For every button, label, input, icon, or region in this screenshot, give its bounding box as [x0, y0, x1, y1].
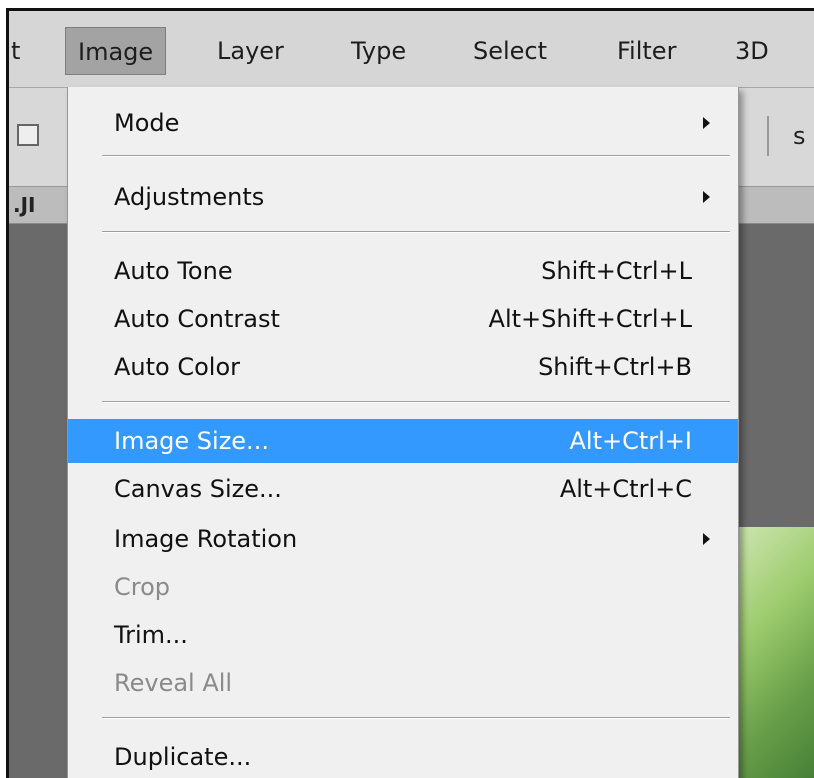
menu-separator: [102, 717, 730, 719]
menu-item-label: Reveal All: [114, 669, 233, 697]
menu-item-image-rotation[interactable]: Image Rotation: [68, 517, 738, 561]
menu-item-label: Auto Tone: [114, 257, 233, 285]
menu-separator: [102, 401, 730, 403]
app-window: t Image Layer Type Select Filter 3D s .J…: [6, 8, 814, 778]
tool-option-icon[interactable]: [17, 124, 39, 146]
options-partial-label: s: [793, 122, 806, 150]
submenu-arrow-icon: [703, 191, 710, 203]
menu-item-shortcut: Alt+Shift+Ctrl+L: [488, 305, 692, 333]
menu-item-trim[interactable]: Trim...: [68, 613, 738, 657]
menu-item-mode[interactable]: Mode: [68, 101, 738, 145]
image-menu: Mode Adjustments Auto Tone Shift+Ctrl+L …: [67, 87, 739, 778]
menu-item-canvas-size[interactable]: Canvas Size... Alt+Ctrl+C: [68, 467, 738, 511]
menubar-item-3d[interactable]: 3D: [735, 31, 769, 71]
menubar-item-edit[interactable]: t: [11, 31, 20, 71]
document-image: [735, 527, 814, 778]
menubar-item-layer[interactable]: Layer: [217, 31, 284, 71]
menu-item-shortcut: Alt+Ctrl+C: [559, 475, 692, 503]
menu-item-label: Mode: [114, 109, 180, 137]
menu-item-label: Canvas Size...: [114, 475, 282, 503]
options-divider: [767, 116, 769, 156]
menu-item-label: Image Rotation: [114, 525, 298, 553]
menu-item-auto-contrast[interactable]: Auto Contrast Alt+Shift+Ctrl+L: [68, 297, 738, 341]
menu-item-crop[interactable]: Crop: [68, 565, 738, 609]
menu-item-shortcut: Shift+Ctrl+B: [538, 353, 692, 381]
menu-item-auto-tone[interactable]: Auto Tone Shift+Ctrl+L: [68, 249, 738, 293]
menu-item-label: Crop: [114, 573, 171, 601]
menu-item-label: Duplicate...: [114, 743, 252, 771]
submenu-arrow-icon: [703, 117, 710, 129]
menu-item-label: Adjustments: [114, 183, 265, 211]
menubar-item-filter[interactable]: Filter: [617, 31, 676, 71]
menu-item-label: Auto Color: [114, 353, 241, 381]
menu-item-shortcut: Alt+Ctrl+I: [569, 427, 693, 455]
menu-item-adjustments[interactable]: Adjustments: [68, 175, 738, 219]
menu-separator: [102, 231, 730, 233]
menu-item-label: Trim...: [114, 621, 188, 649]
submenu-arrow-icon: [703, 533, 710, 545]
menubar-item-type[interactable]: Type: [351, 31, 406, 71]
menu-item-image-size[interactable]: Image Size... Alt+Ctrl+I: [68, 419, 738, 463]
menu-item-duplicate[interactable]: Duplicate...: [68, 735, 738, 778]
menu-item-auto-color[interactable]: Auto Color Shift+Ctrl+B: [68, 345, 738, 389]
menu-item-label: Image Size...: [114, 427, 269, 455]
menu-bar: t Image Layer Type Select Filter 3D: [9, 11, 814, 88]
menu-separator: [102, 155, 730, 157]
menu-item-label: Auto Contrast: [114, 305, 280, 333]
menubar-item-select[interactable]: Select: [473, 31, 547, 71]
document-tab-label: .JI: [13, 193, 36, 217]
menu-item-shortcut: Shift+Ctrl+L: [541, 257, 692, 285]
menubar-item-image[interactable]: Image: [65, 27, 167, 75]
menu-item-reveal-all[interactable]: Reveal All: [68, 661, 738, 705]
